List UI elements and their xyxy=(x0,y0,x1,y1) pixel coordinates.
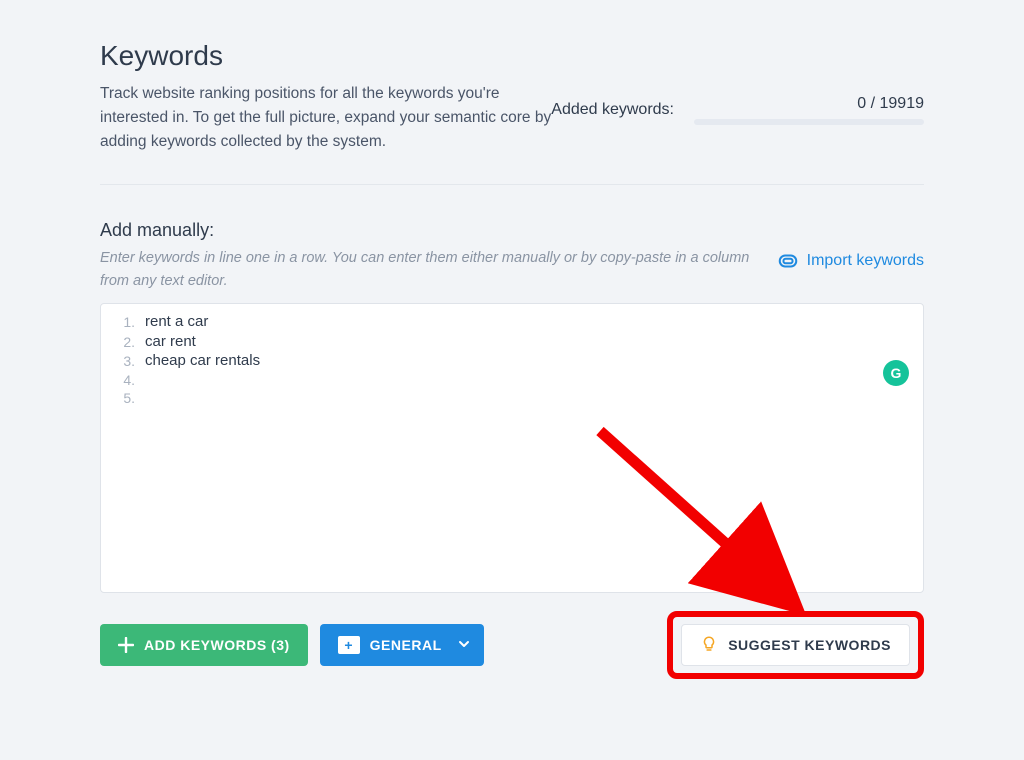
added-keywords-count: 0 / 19919 xyxy=(857,95,924,113)
attachment-icon xyxy=(777,250,799,272)
header-row: Keywords Track website ranking positions… xyxy=(100,40,924,185)
editor-line: 2. car rent xyxy=(101,332,923,352)
general-group-button[interactable]: GENERAL xyxy=(320,624,484,666)
editor-line: 5. xyxy=(101,389,923,407)
import-keywords-link[interactable]: Import keywords xyxy=(777,250,924,272)
manual-left: Add manually: Enter keywords in line one… xyxy=(100,220,750,293)
folder-plus-icon xyxy=(338,636,360,654)
keywords-progress-bar xyxy=(694,119,924,125)
page-title: Keywords xyxy=(100,40,551,72)
plus-icon xyxy=(118,637,134,653)
actions-row: ADD KEYWORDS (3) GENERAL SUGGEST KEYWORD… xyxy=(100,611,924,679)
header-left: Keywords Track website ranking positions… xyxy=(100,40,551,154)
line-text: car rent xyxy=(145,332,196,352)
keywords-editor[interactable]: 1. rent a car 2. car rent 3. cheap car r… xyxy=(100,303,924,593)
suggest-keywords-button[interactable]: SUGGEST KEYWORDS xyxy=(681,624,910,666)
add-keywords-label: ADD KEYWORDS (3) xyxy=(144,637,290,653)
added-keywords-stats: Added keywords: 0 / 19919 xyxy=(551,95,924,125)
general-group-label: GENERAL xyxy=(370,637,442,653)
editor-line: 4. xyxy=(101,371,923,389)
manual-row: Add manually: Enter keywords in line one… xyxy=(100,220,924,293)
line-number: 5. xyxy=(111,389,135,407)
add-manually-hint: Enter keywords in line one in a row. You… xyxy=(100,247,750,293)
editor-line: 1. rent a car xyxy=(101,312,923,332)
page-subtitle: Track website ranking positions for all … xyxy=(100,82,551,154)
annotation-highlight-box: SUGGEST KEYWORDS xyxy=(667,611,924,679)
chevron-down-icon xyxy=(458,637,470,653)
added-stats-wrap: 0 / 19919 xyxy=(694,95,924,125)
lightbulb-icon xyxy=(700,635,718,656)
line-number: 1. xyxy=(111,313,135,331)
line-number: 2. xyxy=(111,333,135,351)
suggest-keywords-label: SUGGEST KEYWORDS xyxy=(728,637,891,653)
editor-line: 3. cheap car rentals xyxy=(101,351,923,371)
line-text: rent a car xyxy=(145,312,208,332)
line-text: cheap car rentals xyxy=(145,351,260,371)
line-number: 4. xyxy=(111,371,135,389)
add-manually-title: Add manually: xyxy=(100,220,750,241)
add-keywords-button[interactable]: ADD KEYWORDS (3) xyxy=(100,624,308,666)
line-number: 3. xyxy=(111,352,135,370)
added-keywords-label: Added keywords: xyxy=(551,101,674,119)
import-keywords-label: Import keywords xyxy=(807,252,924,270)
